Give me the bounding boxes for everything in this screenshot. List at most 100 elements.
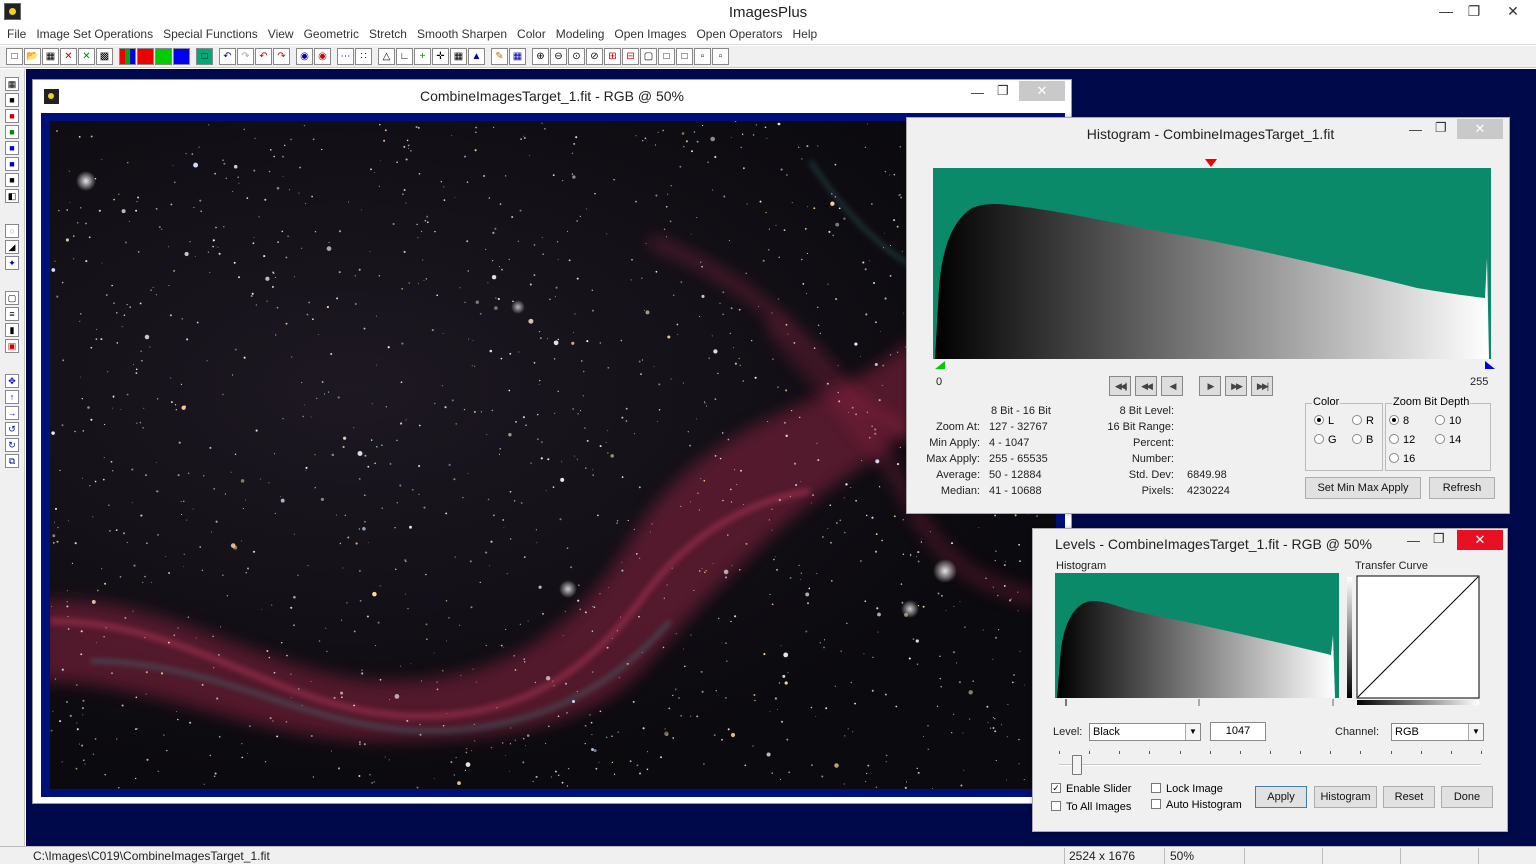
black-bar-icon[interactable]: ▮ <box>5 323 19 337</box>
zoom-radio-12[interactable]: 12 <box>1389 434 1415 446</box>
minimize-icon[interactable]: — <box>1432 0 1460 22</box>
refresh-button[interactable]: Refresh <box>1429 477 1495 499</box>
grid-icon[interactable]: ▦ <box>450 48 467 65</box>
rotate-right-icon[interactable]: ↻ <box>5 438 19 452</box>
menu-open-operators[interactable]: Open Operators <box>691 24 787 44</box>
undo-icon[interactable]: ↶ <box>219 48 236 65</box>
plus-icon[interactable]: + <box>414 48 431 65</box>
lock-image-check[interactable]: Lock Image <box>1151 783 1223 795</box>
mask-icon[interactable]: ◉ <box>296 48 313 65</box>
menu-help[interactable]: Help <box>788 24 823 44</box>
color-radio-g[interactable]: G <box>1314 434 1337 446</box>
dots-tool-icon[interactable]: ∷ <box>355 48 372 65</box>
nav-next-fast-icon[interactable]: ▶▶ <box>1225 376 1247 396</box>
frame-small-icon[interactable]: ▫ <box>694 48 711 65</box>
open-folder-icon[interactable]: 📂 <box>24 48 41 65</box>
blue-channel-icon[interactable] <box>173 48 190 65</box>
green-channel-icon[interactable] <box>155 48 172 65</box>
zoom-in-icon[interactable]: ⊕ <box>532 48 549 65</box>
apply-button[interactable]: Apply <box>1255 786 1307 808</box>
main-histogram-plot[interactable] <box>907 118 1511 378</box>
red-channel-icon[interactable] <box>137 48 154 65</box>
min-marker-icon[interactable] <box>935 361 945 369</box>
zoom-fit-icon[interactable]: ⊙ <box>568 48 585 65</box>
zoom-marker-icon[interactable] <box>1205 159 1217 167</box>
mask-red-icon[interactable]: ◉ <box>314 48 331 65</box>
slider-thumb[interactable] <box>1071 755 1082 775</box>
undo-all-icon[interactable]: ↶ <box>255 48 272 65</box>
reset-button[interactable]: Reset <box>1383 786 1435 808</box>
level-dropdown-icon[interactable]: ▼ <box>1185 724 1200 740</box>
menu-color[interactable]: Color <box>512 24 551 44</box>
menu-modeling[interactable]: Modeling <box>551 24 610 44</box>
levels-histogram-button[interactable]: Histogram <box>1314 786 1377 808</box>
red-frame-icon[interactable]: ▣ <box>5 339 19 353</box>
set-min-max-apply-button[interactable]: Set Min Max Apply <box>1305 477 1421 499</box>
save-icon[interactable]: ▦ <box>42 48 59 65</box>
light-icon[interactable]: ○ <box>5 224 19 238</box>
dots-icon[interactable]: ⋯ <box>337 48 354 65</box>
frame-icon[interactable]: ▢ <box>640 48 657 65</box>
print-icon[interactable]: ▩ <box>96 48 113 65</box>
max-marker-icon[interactable] <box>1485 361 1495 369</box>
image-maximize-icon[interactable]: ❐ <box>997 83 1009 99</box>
zoom-radio-10[interactable]: 10 <box>1435 415 1461 427</box>
copy-icon[interactable]: ⧉ <box>5 454 19 468</box>
frame-red-minus-icon[interactable]: ⊟ <box>622 48 639 65</box>
teal-display-icon[interactable]: □ <box>196 48 213 65</box>
zoom-radio-16[interactable]: 16 <box>1389 453 1415 465</box>
blue-square-2-icon[interactable]: ■ <box>5 157 19 171</box>
nav-next-icon[interactable]: ▶ <box>1199 376 1221 396</box>
arrow-up-icon[interactable]: ↑ <box>5 390 19 404</box>
channel-select[interactable]: RGB ▼ <box>1391 723 1484 741</box>
nav-first-icon[interactable]: ◀◀| <box>1109 376 1131 396</box>
menu-image-set-operations[interactable]: Image Set Operations <box>31 24 158 44</box>
menu-stretch[interactable]: Stretch <box>364 24 412 44</box>
auto-histogram-check[interactable]: Auto Histogram <box>1151 799 1242 811</box>
enable-slider-check[interactable]: ✓ Enable Slider <box>1051 783 1131 795</box>
menu-smooth-sharpen[interactable]: Smooth Sharpen <box>412 24 512 44</box>
to-all-images-check[interactable]: To All Images <box>1051 801 1131 813</box>
color-radio-l[interactable]: L <box>1314 415 1334 427</box>
half-square-icon[interactable]: ◧ <box>5 189 19 203</box>
image-minimize-icon[interactable]: — <box>971 85 984 100</box>
star-tool-icon[interactable]: ✦ <box>5 256 19 270</box>
measure-icon[interactable]: ∟ <box>396 48 413 65</box>
color-radio-r[interactable]: R <box>1352 415 1374 427</box>
menu-geometric[interactable]: Geometric <box>299 24 364 44</box>
frame-large-icon[interactable]: □ <box>658 48 675 65</box>
image-icon[interactable]: ▲ <box>468 48 485 65</box>
menu-file[interactable]: File <box>2 24 31 44</box>
done-button[interactable]: Done <box>1441 786 1493 808</box>
select-rect-icon[interactable]: ▢ <box>5 291 19 305</box>
move-icon[interactable]: ✥ <box>5 374 19 388</box>
close-all-icon[interactable]: ✕ <box>78 48 95 65</box>
zoom-radio-8[interactable]: 8 <box>1389 415 1409 427</box>
table-icon[interactable]: ▦ <box>509 48 526 65</box>
nav-prev-fast-icon[interactable]: ◀◀ <box>1135 376 1157 396</box>
black-square-icon[interactable]: ■ <box>5 93 19 107</box>
triangle-icon[interactable]: △ <box>378 48 395 65</box>
pencil-icon[interactable]: ✎ <box>491 48 508 65</box>
frame-medium-icon[interactable]: □ <box>676 48 693 65</box>
channel-dropdown-icon[interactable]: ▼ <box>1468 724 1483 740</box>
zoom-radio-14[interactable]: 14 <box>1435 434 1461 446</box>
nav-prev-icon[interactable]: ◀ <box>1161 376 1183 396</box>
rgb-channels-icon[interactable] <box>119 48 136 65</box>
zoom-out-icon[interactable]: ⊖ <box>550 48 567 65</box>
rotate-left-icon[interactable]: ↺ <box>5 422 19 436</box>
zoom-100-icon[interactable]: ⊘ <box>586 48 603 65</box>
menu-special-functions[interactable]: Special Functions <box>158 24 263 44</box>
dark-square-icon[interactable]: ■ <box>5 173 19 187</box>
levels-icon[interactable]: ≡ <box>5 307 19 321</box>
level-select[interactable]: Black ▼ <box>1089 723 1201 741</box>
green-square-icon[interactable]: ■ <box>5 125 19 139</box>
levels-histogram-plot[interactable] <box>1033 529 1509 709</box>
redo-icon[interactable]: ↷ <box>237 48 254 65</box>
level-slider[interactable] <box>1059 747 1482 777</box>
color-radio-b[interactable]: B <box>1352 434 1373 446</box>
close-icon[interactable]: ✕ <box>1490 0 1536 22</box>
image-close-icon[interactable]: ✕ <box>1019 81 1065 101</box>
level-value-input[interactable]: 1047 <box>1210 722 1266 741</box>
close-image-icon[interactable]: ✕ <box>60 48 77 65</box>
